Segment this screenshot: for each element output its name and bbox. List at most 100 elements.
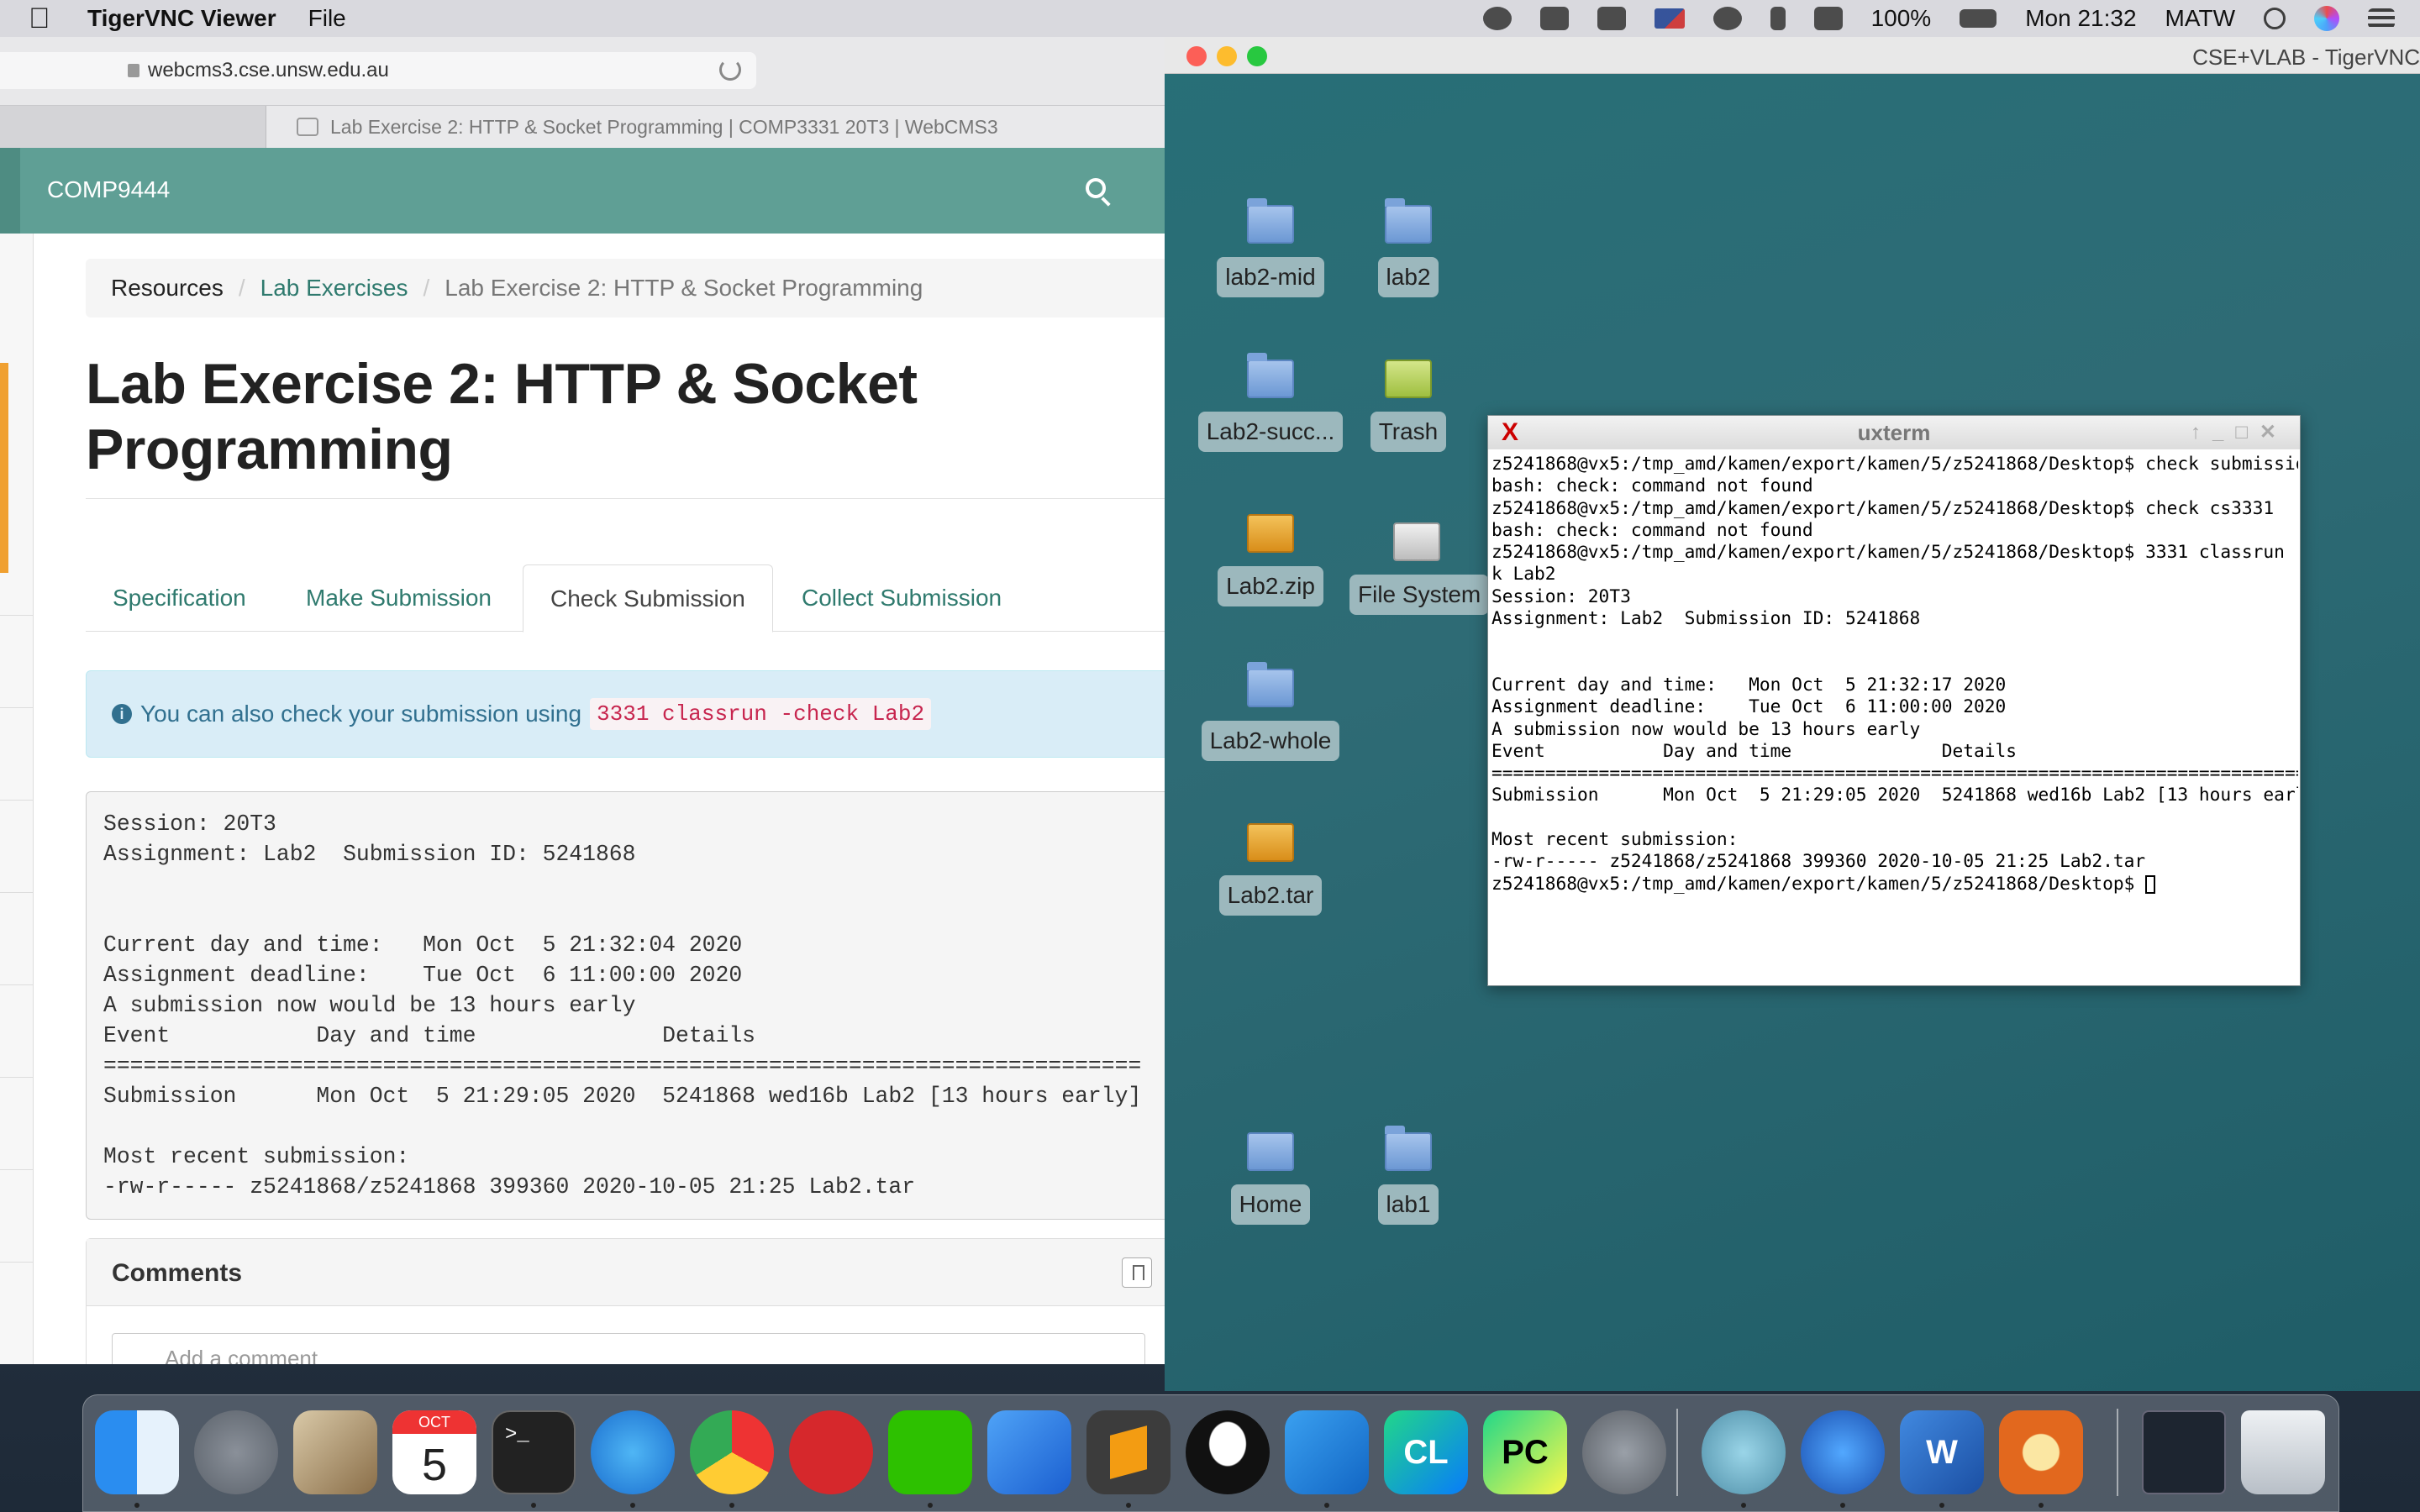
lock-icon <box>128 64 139 77</box>
uxterm-window[interactable]: X uxterm ↑_□✕ z5241868@vx5:/tmp_amd/kame… <box>1487 415 2301 986</box>
finder-icon[interactable] <box>95 1410 179 1494</box>
breadcrumb-resources[interactable]: Resources <box>111 275 224 302</box>
desktop-icon-lab2[interactable]: lab2 <box>1366 198 1450 297</box>
launchpad-icon[interactable] <box>194 1410 278 1494</box>
terminal-output[interactable]: z5241868@vx5:/tmp_amd/kamen/export/kamen… <box>1491 453 2298 982</box>
mail-icon[interactable] <box>293 1410 377 1494</box>
desktop-icon-lab2-tar[interactable]: Lab2.tar <box>1212 823 1329 916</box>
siri-icon[interactable] <box>2314 6 2339 31</box>
word-glyph: W <box>1926 1434 1958 1471</box>
chrome-icon[interactable] <box>690 1410 774 1494</box>
comments-panel: Comments Add a comment <box>86 1238 1165 1364</box>
sidebar-divider <box>0 1262 34 1263</box>
running-indicator <box>2039 1503 2044 1508</box>
menubar-user[interactable]: MATW <box>2165 5 2235 32</box>
folder-icon <box>1385 198 1432 244</box>
desktop-icon-label: Home <box>1230 1184 1311 1225</box>
pycharm-icon[interactable]: PC <box>1483 1410 1567 1494</box>
wechat-status-icon[interactable] <box>1539 7 1569 30</box>
running-indicator <box>928 1503 933 1508</box>
minimized-window-icon[interactable] <box>2142 1410 2226 1494</box>
vpn-icon[interactable] <box>1482 7 1512 30</box>
running-indicator <box>1840 1503 1845 1508</box>
desktop-icon-lab1[interactable]: lab1 <box>1366 1126 1450 1225</box>
running-indicator <box>134 1503 139 1508</box>
drive-icon <box>1393 522 1440 561</box>
page-title-line-1: Lab Exercise 2: HTTP & Socket <box>86 352 918 416</box>
address-url: webcms3.cse.unsw.edu.au <box>148 59 389 81</box>
xcode-icon[interactable] <box>987 1410 1071 1494</box>
running-indicator <box>1741 1503 1746 1508</box>
reload-icon[interactable] <box>719 59 741 81</box>
title-divider <box>86 498 1165 499</box>
breadcrumb: Resources / Lab Exercises / Lab Exercise… <box>86 259 1165 318</box>
input-source-flag-icon[interactable] <box>1654 8 1685 29</box>
comment-input[interactable]: Add a comment <box>112 1333 1145 1364</box>
tab-check-submission[interactable]: Check Submission <box>523 564 773 633</box>
menubar-app-name[interactable]: TigerVNC Viewer <box>87 5 276 32</box>
tab-make-submission[interactable]: Make Submission <box>279 564 518 632</box>
vpn-app-icon[interactable] <box>1702 1410 1786 1494</box>
media-player-icon[interactable] <box>1801 1410 1885 1494</box>
menu-file[interactable]: File <box>308 5 346 32</box>
clion-icon[interactable]: CL <box>1384 1410 1468 1494</box>
search-icon[interactable] <box>1086 178 1106 198</box>
uxterm-window-controls[interactable]: ↑_□✕ <box>2191 416 2288 449</box>
trash-bin-icon[interactable] <box>2241 1410 2325 1494</box>
pycharm-glyph: PC <box>1502 1434 1549 1471</box>
calendar-month: OCT <box>392 1410 476 1434</box>
uxterm-titlebar[interactable]: X uxterm ↑_□✕ <box>1488 416 2300 449</box>
safari-icon[interactable] <box>591 1410 675 1494</box>
spotlight-icon[interactable] <box>2264 8 2286 29</box>
battery-percent[interactable]: 100% <box>1871 5 1932 32</box>
archive-icon <box>1247 514 1294 553</box>
sublime-text-icon[interactable] <box>1086 1410 1171 1494</box>
close-window-button[interactable] <box>1186 46 1207 66</box>
breadcrumb-lab-exercises[interactable]: Lab Exercises <box>260 275 408 302</box>
wechat-icon[interactable] <box>888 1410 972 1494</box>
submission-tabs: Specification Make Submission Check Subm… <box>86 564 1165 633</box>
folder-icon <box>1247 198 1294 244</box>
notification-center-icon[interactable] <box>2368 8 2395 29</box>
system-preferences-icon[interactable] <box>1582 1410 1666 1494</box>
apple-icon[interactable]:  <box>29 3 79 35</box>
tigervnc-icon[interactable] <box>1999 1410 2083 1494</box>
running-indicator <box>729 1503 734 1508</box>
battery-icon[interactable] <box>1960 9 1997 28</box>
sublime-glyph <box>1110 1425 1147 1479</box>
netease-music-icon[interactable] <box>789 1410 873 1494</box>
desktop-icon-label: Trash <box>1370 412 1447 452</box>
terminal-icon[interactable]: >_ <box>492 1410 576 1494</box>
desktop-icon-lab2-mid[interactable]: lab2-mid <box>1212 198 1329 297</box>
vscode-icon[interactable] <box>1285 1410 1369 1494</box>
browser-tab-active[interactable]: Lab Exercise 2: HTTP & Socket Programmin… <box>266 106 1165 148</box>
breadcrumb-separator: / <box>238 275 245 301</box>
upload-icon[interactable] <box>1597 7 1626 30</box>
qq-icon[interactable] <box>1186 1410 1270 1494</box>
time-machine-icon[interactable] <box>1712 7 1742 30</box>
desktop-icon-home[interactable]: Home <box>1212 1132 1329 1225</box>
calendar-icon[interactable]: OCT 5 <box>392 1410 476 1494</box>
navbar-edge <box>0 148 20 234</box>
sidebar-accent <box>0 363 8 573</box>
alert-text: You can also check your submission using <box>140 701 582 727</box>
menubar-clock[interactable]: Mon 21:32 <box>2025 5 2136 32</box>
tab-specification[interactable]: Specification <box>86 564 273 632</box>
desktop-icon-lab2-zip[interactable]: Lab2.zip <box>1212 514 1329 606</box>
word-icon[interactable]: W <box>1900 1410 1984 1494</box>
running-indicator <box>1126 1503 1131 1508</box>
tab-collect-submission[interactable]: Collect Submission <box>775 564 1028 632</box>
home-folder-icon <box>1247 1132 1294 1171</box>
vnc-window-title: CSE+VLAB - TigerVNC <box>2192 45 2420 70</box>
minimize-window-button[interactable] <box>1217 46 1237 66</box>
bluetooth-icon[interactable] <box>1770 7 1786 30</box>
wifi-icon[interactable] <box>1813 7 1843 30</box>
address-bar[interactable]: webcms3.cse.unsw.edu.au <box>0 52 756 89</box>
desktop-icon-lab2-succ[interactable]: Lab2-succ... <box>1195 353 1346 452</box>
course-brand[interactable]: COMP9444 <box>47 176 170 203</box>
desktop-icon-trash[interactable]: Trash <box>1366 360 1450 452</box>
desktop-icon-lab2-whole[interactable]: Lab2-whole <box>1195 662 1346 761</box>
desktop-icon-file-system[interactable]: File System <box>1349 514 1490 615</box>
zoom-window-button[interactable] <box>1247 46 1267 66</box>
bookmark-icon[interactable] <box>1122 1257 1152 1288</box>
